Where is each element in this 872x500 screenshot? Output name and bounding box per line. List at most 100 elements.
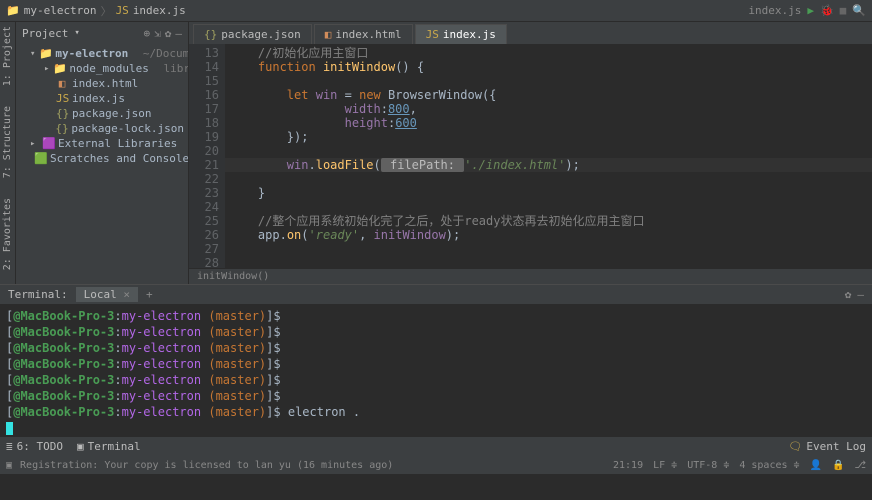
js-file-icon: JS	[426, 28, 439, 41]
balloon-icon: 🗨	[788, 440, 802, 453]
settings-icon[interactable]: ✿	[165, 27, 172, 40]
crumb-root[interactable]: my-electron	[24, 4, 97, 17]
git-branch-icon[interactable]: ⎇	[854, 460, 866, 471]
line-gutter: 13141516171819202122232425262728	[189, 44, 225, 268]
status-icon[interactable]: ▣	[6, 460, 12, 471]
list-icon: ≣	[6, 440, 13, 453]
code-line[interactable]: win.loadFile( filePath: './index.html');	[225, 158, 872, 172]
terminal[interactable]: [@MacBook-Pro-3:my-electron (master)]$ […	[0, 304, 872, 436]
file-encoding[interactable]: UTF-8 ≑	[687, 460, 729, 471]
json-file-icon: {}	[55, 122, 67, 135]
code-line[interactable]: function initWindow() {	[225, 60, 872, 74]
code-line[interactable]	[225, 144, 872, 158]
tree-item-label: index.js	[72, 92, 125, 105]
chevron-down-icon[interactable]: ▾	[74, 28, 79, 38]
navigation-bar: 📁 my-electron 〉 JS index.js index.js ▶ 🐞…	[0, 0, 872, 22]
terminal-icon: ▣	[77, 440, 84, 453]
event-log-button[interactable]: 🗨Event Log	[788, 440, 866, 453]
run-icon[interactable]: ▶	[807, 4, 814, 17]
tree-folder[interactable]: ▸ 📁 node_modules library root	[16, 61, 188, 76]
tab-index-html[interactable]: ◧index.html	[314, 24, 413, 44]
code-area[interactable]: //初始化应用主窗口 function initWindow() { let w…	[225, 44, 872, 268]
code-line[interactable]: //初始化应用主窗口	[225, 46, 872, 60]
js-file-icon: JS	[116, 4, 129, 17]
code-line[interactable]	[225, 74, 872, 88]
code-line[interactable]: app.on('ready', initWindow);	[225, 228, 872, 242]
code-line[interactable]: let win = new BrowserWindow({	[225, 88, 872, 102]
tree-scratches[interactable]: 🟩Scratches and Consoles	[16, 151, 188, 166]
tree-external-libs[interactable]: ▸🟪External Libraries	[16, 136, 188, 151]
vtab-structure[interactable]: 7: Structure	[2, 106, 13, 178]
new-terminal-button[interactable]: +	[146, 288, 153, 301]
debug-icon[interactable]: 🐞	[820, 4, 834, 17]
lock-icon[interactable]: 🔒	[832, 460, 844, 471]
todo-tool-button[interactable]: ≣ 6: TODO	[6, 440, 63, 453]
tree-item-label: package.json	[72, 107, 151, 120]
terminal-tab-local[interactable]: Local ×	[76, 287, 138, 302]
collapse-icon[interactable]: ⇲	[154, 27, 161, 40]
code-line[interactable]: }	[225, 186, 872, 200]
cursor-position[interactable]: 21:19	[613, 460, 643, 471]
hide-icon[interactable]: —	[857, 288, 864, 301]
code-line[interactable]	[225, 200, 872, 214]
code-line[interactable]	[225, 242, 872, 256]
html-file-icon: ◧	[56, 77, 68, 90]
project-tree[interactable]: ▾ 📁 my-electron ~/Documents/cyri ▸ 📁 nod…	[16, 44, 188, 284]
code-line[interactable]	[225, 256, 872, 268]
code-line[interactable]: height:600	[225, 116, 872, 130]
tab-package-json[interactable]: {}package.json	[193, 24, 312, 44]
code-line[interactable]: //整个应用系统初始化完了之后，处于ready状态再去初始化应用主窗口	[225, 214, 872, 228]
chevron-down-icon[interactable]: ▾	[30, 49, 35, 59]
tab-label: index.html	[335, 28, 401, 41]
bottom-tool-bar: ≣ 6: TODO ▣Terminal 🗨Event Log	[0, 436, 872, 456]
terminal-line: [@MacBook-Pro-3:my-electron (master)]$	[6, 308, 866, 324]
tab-index-js[interactable]: JSindex.js	[415, 24, 507, 44]
tree-root[interactable]: ▾ 📁 my-electron ~/Documents/cyri	[16, 46, 188, 61]
code-line[interactable]: });	[225, 130, 872, 144]
code-line[interactable]: width:800,	[225, 102, 872, 116]
tree-item-label: index.html	[72, 77, 138, 90]
status-message: Registration: Your copy is licensed to l…	[20, 460, 393, 471]
json-file-icon: {}	[204, 28, 217, 41]
chevron-right-icon[interactable]: ▸	[44, 64, 49, 74]
close-icon[interactable]: ×	[123, 288, 130, 301]
js-file-icon: JS	[56, 92, 68, 105]
breadcrumb-fn[interactable]: initWindow()	[197, 271, 269, 282]
breadcrumb[interactable]: 📁 my-electron 〉 JS index.js	[6, 3, 186, 19]
project-view-label[interactable]: Project	[22, 27, 68, 40]
select-opened-icon[interactable]: ⊕	[144, 27, 151, 40]
terminal-tool-button[interactable]: ▣Terminal	[77, 440, 141, 453]
crumb-file[interactable]: index.js	[133, 4, 186, 17]
chevron-right-icon[interactable]: ▸	[30, 139, 38, 149]
libraries-icon: 🟪	[42, 137, 54, 150]
gear-icon[interactable]: ✿	[845, 288, 852, 301]
terminal-cursor-line[interactable]	[6, 420, 866, 436]
terminal-line: [@MacBook-Pro-3:my-electron (master)]$ e…	[6, 404, 866, 420]
search-icon[interactable]: 🔍	[852, 4, 866, 17]
inspections-icon[interactable]: 👤	[810, 460, 822, 471]
tree-file[interactable]: {} package.json	[16, 106, 188, 121]
json-file-icon: {}	[56, 107, 68, 120]
tree-root-path: ~/Documents/cyri	[143, 47, 188, 60]
hide-icon[interactable]: —	[175, 27, 182, 40]
vtab-project[interactable]: 1: Project	[2, 26, 13, 86]
tree-file[interactable]: {}package-lock.json	[16, 121, 188, 136]
terminal-line: [@MacBook-Pro-3:my-electron (master)]$	[6, 324, 866, 340]
line-separator[interactable]: LF ≑	[653, 460, 677, 471]
status-bar: ▣ Registration: Your copy is licensed to…	[0, 456, 872, 474]
todo-label: 6: TODO	[17, 440, 63, 453]
tree-item-label: node_modules	[69, 62, 148, 75]
terminal-title: Terminal:	[8, 288, 68, 301]
indent-setting[interactable]: 4 spaces ≑	[739, 460, 799, 471]
code-editor[interactable]: 13141516171819202122232425262728 //初始化应用…	[189, 44, 872, 268]
tree-file[interactable]: ◧ index.html	[16, 76, 188, 91]
terminal-header: Terminal: Local × + ✿ —	[0, 284, 872, 304]
code-line[interactable]	[225, 172, 872, 186]
run-target-label[interactable]: index.js	[748, 4, 801, 17]
editor-breadcrumb[interactable]: initWindow()	[189, 268, 872, 284]
tree-file[interactable]: JS index.js	[16, 91, 188, 106]
tree-item-suffix: library root	[164, 62, 188, 75]
terminal-line: [@MacBook-Pro-3:my-electron (master)]$	[6, 388, 866, 404]
vtab-favorites[interactable]: 2: Favorites	[2, 198, 13, 270]
stop-icon[interactable]: ■	[840, 4, 847, 17]
